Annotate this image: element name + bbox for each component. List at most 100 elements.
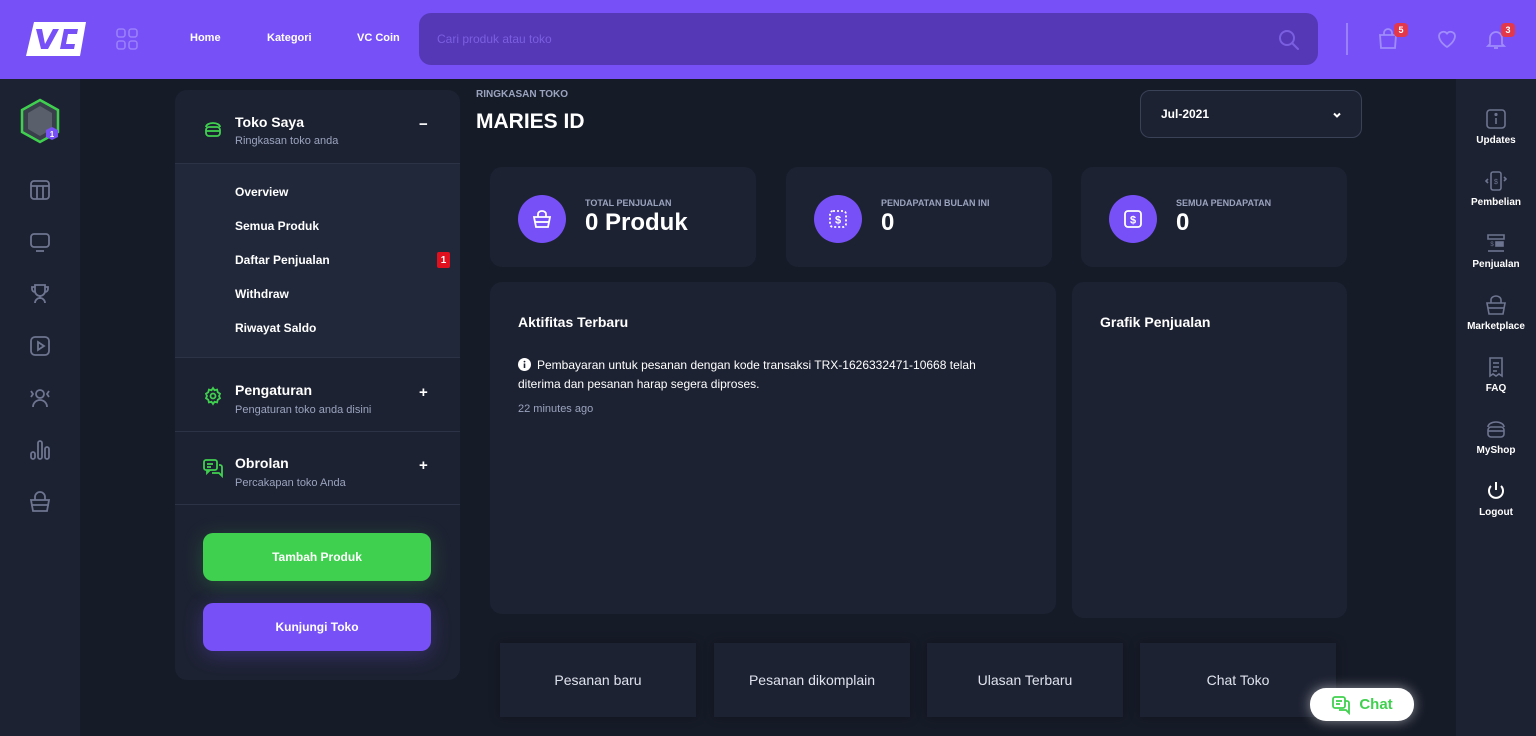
section-toko-saya[interactable]: Toko Saya Ringkasan toko anda − <box>175 90 460 163</box>
section-obrolan[interactable]: Obrolan Percakapan toko Anda + <box>175 432 460 505</box>
add-product-button[interactable]: Tambah Produk <box>203 533 431 581</box>
stat-icon-circle <box>518 195 566 243</box>
members-icon[interactable] <box>28 386 52 410</box>
rail-myshop[interactable]: MyShop <box>1456 418 1536 456</box>
overview-icon[interactable] <box>28 230 52 254</box>
rail-logout[interactable]: Logout <box>1456 480 1536 518</box>
trophy-icon[interactable] <box>28 282 52 306</box>
rail-label: Updates <box>1476 135 1516 146</box>
expand-toggle[interactable]: + <box>419 457 428 474</box>
dollar-icon: $ <box>1124 210 1142 228</box>
stat-card-pendapatan-bulan-ini: $ PENDAPATAN BULAN INI 0 <box>786 167 1052 267</box>
stat-value: 0 Produk <box>585 209 688 236</box>
toko-saya-submenu: Overview Semua Produk Daftar Penjualan 1… <box>175 163 460 358</box>
visit-shop-button[interactable]: Kunjungi Toko <box>203 603 431 651</box>
tile-ulasan-terbaru[interactable]: Ulasan Terbaru <box>927 643 1123 717</box>
stat-card-total-penjualan: TOTAL PENJUALAN 0 Produk <box>490 167 756 267</box>
newsfeed-icon[interactable] <box>28 178 52 202</box>
search-input[interactable] <box>437 13 1257 65</box>
rail-pembelian[interactable]: $ Pembelian <box>1456 170 1536 208</box>
rail-updates[interactable]: Updates <box>1456 108 1536 146</box>
submenu-overview[interactable]: Overview <box>235 185 288 199</box>
basket-icon <box>532 210 552 228</box>
apps-grid-icon[interactable] <box>116 28 138 50</box>
tile-pesanan-baru[interactable]: Pesanan baru <box>500 643 696 717</box>
submenu-riwayat-saldo[interactable]: Riwayat Saldo <box>235 321 316 335</box>
svg-text:$: $ <box>1130 215 1136 227</box>
gear-icon <box>204 386 222 406</box>
collapse-toggle[interactable]: − <box>419 116 428 133</box>
submenu-semua-produk[interactable]: Semua Produk <box>235 219 319 233</box>
store-icon <box>1487 421 1505 438</box>
phone-payment-icon: $ <box>1485 171 1507 191</box>
svg-text:$: $ <box>1494 179 1498 186</box>
submenu-daftar-penjualan[interactable]: Daftar Penjualan <box>235 253 330 267</box>
rail-penjualan[interactable]: $ Penjualan <box>1456 232 1536 270</box>
month-select[interactable]: Jul-2021 <box>1140 90 1362 138</box>
activity-card: Aktifitas Terbaru Pembayaran untuk pesan… <box>490 282 1056 614</box>
sales-chart-card: Grafik Penjualan <box>1072 282 1347 618</box>
heart-icon[interactable] <box>1435 27 1459 51</box>
basket-icon <box>1486 295 1506 315</box>
svg-text:$: $ <box>835 215 841 227</box>
rail-label: FAQ <box>1485 383 1507 394</box>
activity-time: 22 minutes ago <box>518 403 594 415</box>
search-icon[interactable] <box>1278 29 1300 51</box>
svg-text:$: $ <box>1490 242 1494 248</box>
avatar-level-badge: 1 <box>50 130 55 139</box>
rail-label: Logout <box>1479 507 1513 518</box>
submenu-withdraw[interactable]: Withdraw <box>235 287 289 301</box>
obrolan-subtitle: Percakapan toko Anda <box>235 477 346 489</box>
info-icon <box>518 358 531 371</box>
pengaturan-title: Pengaturan <box>235 382 313 398</box>
stat-label: TOTAL PENJUALAN <box>585 198 672 208</box>
rail-label: Penjualan <box>1472 259 1520 270</box>
activity-title: Aktifitas Terbaru <box>518 314 629 330</box>
stat-label: PENDAPATAN BULAN INI <box>881 198 990 208</box>
left-icon-rail: 1 <box>0 79 80 736</box>
search-bar <box>419 13 1318 65</box>
chat-floating-button[interactable]: Chat <box>1310 688 1414 721</box>
chat-label: Chat <box>1359 696 1393 713</box>
tile-chat-toko[interactable]: Chat Toko <box>1140 643 1336 717</box>
vc-logo[interactable] <box>26 22 86 56</box>
store-menu-panel: Toko Saya Ringkasan toko anda − Overview… <box>175 90 460 680</box>
month-select-value: Jul-2021 <box>1161 107 1210 121</box>
rail-label: Pembelian <box>1470 197 1522 208</box>
rail-label: MyShop <box>1476 445 1516 456</box>
toko-saya-subtitle: Ringkasan toko anda <box>235 135 339 147</box>
section-pengaturan[interactable]: Pengaturan Pengaturan toko anda disini + <box>175 358 460 431</box>
penjualan-count-badge: 1 <box>437 252 450 268</box>
breadcrumb: RINGKASAN TOKO <box>476 89 569 100</box>
rail-label: Marketplace <box>1467 321 1525 332</box>
rail-faq[interactable]: FAQ <box>1456 356 1536 394</box>
receipt-icon <box>1489 357 1503 378</box>
section-divider <box>175 504 460 505</box>
notification-count-badge: 3 <box>1501 23 1515 37</box>
dollar-dashed-icon: $ <box>829 210 847 228</box>
marketplace-icon[interactable] <box>28 490 52 514</box>
header-divider <box>1346 23 1348 55</box>
nav-home[interactable]: Home <box>190 32 221 44</box>
video-icon[interactable] <box>28 334 52 358</box>
chat-icon <box>1332 695 1351 715</box>
nav-vc-coin[interactable]: VC Coin <box>357 32 400 44</box>
toko-saya-title: Toko Saya <box>235 114 304 130</box>
rail-marketplace[interactable]: Marketplace <box>1456 294 1536 332</box>
activity-message: Pembayaran untuk pesanan dengan kode tra… <box>518 358 976 391</box>
tile-pesanan-dikomplain[interactable]: Pesanan dikomplain <box>714 643 910 717</box>
power-icon <box>1488 482 1504 499</box>
expand-toggle[interactable]: + <box>419 384 428 401</box>
chevron-down-icon <box>1333 112 1341 118</box>
obrolan-title: Obrolan <box>235 455 289 471</box>
activity-item: Pembayaran untuk pesanan dengan kode tra… <box>518 356 1018 394</box>
storefront-icon: $ <box>1487 234 1505 252</box>
stat-card-semua-pendapatan: $ SEMUA PENDAPATAN 0 <box>1081 167 1347 267</box>
store-icon <box>205 122 221 137</box>
stats-icon[interactable] <box>28 438 52 462</box>
avatar[interactable]: 1 <box>19 98 61 144</box>
stat-value: 0 <box>881 209 895 236</box>
stat-value: 0 <box>1176 209 1190 236</box>
right-icon-rail: Updates $ Pembelian $ Penjualan Marketpl… <box>1456 79 1536 736</box>
nav-kategori[interactable]: Kategori <box>267 32 312 44</box>
